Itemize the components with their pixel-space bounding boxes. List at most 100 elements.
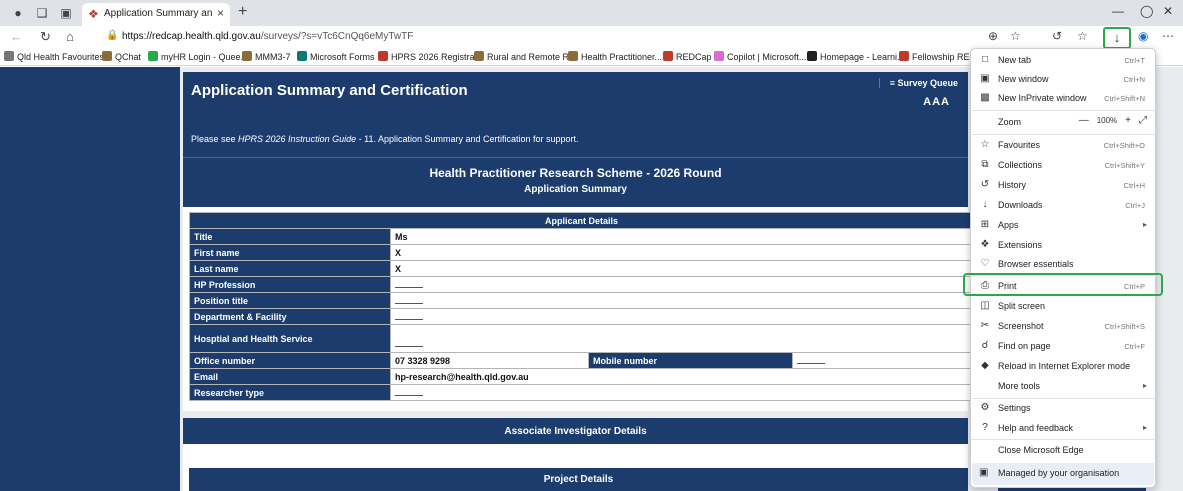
back-arrow-icon[interactable]: ← [10, 29, 23, 44]
bookmark-forms[interactable]: Microsoft Forms [297, 51, 375, 62]
restore-icon[interactable]: ◯ [1140, 4, 1153, 18]
close-window-icon[interactable]: ✕ [1163, 4, 1173, 18]
lock-icon[interactable]: 🔒 [106, 30, 118, 41]
forms-icon [297, 51, 307, 61]
table-row: Researcher type [189, 384, 974, 401]
menu-item-help[interactable]: ? Help and feedback ▸ [971, 419, 1155, 438]
menu-label: Managed by your organisation [998, 468, 1120, 478]
researcher-type-value [390, 384, 974, 401]
tab-bar: ● ❑ ▣ ❖ Application Summary and Certific… [0, 0, 1183, 26]
home-icon[interactable]: ⌂ [66, 29, 74, 44]
table-row: Email hp-research@health.qld.gov.au [189, 368, 974, 385]
bookmark-label: REDCap [676, 52, 712, 62]
bookmark-redcap[interactable]: REDCap [663, 51, 712, 62]
office-value: 07 3328 9298 [390, 352, 589, 369]
bookmark-label: myHR Login - Quee... [161, 52, 249, 62]
bookmark-hprs[interactable]: HPRS 2026 Registra... [378, 51, 482, 62]
url-field[interactable]: 🔒 https://redcap.health.qld.gov.au/surve… [100, 28, 980, 46]
favourites-bar-icon[interactable]: ☆ [1077, 29, 1088, 43]
menu-shortcut: Ctrl+Shift+S [1104, 322, 1145, 331]
menu-item-apps[interactable]: ⊞ Apps ▸ [971, 216, 1155, 235]
menu-item-downloads[interactable]: ↓ Downloads Ctrl+J [971, 196, 1155, 215]
edge-icon[interactable]: ◉ [1138, 29, 1148, 43]
table-row: HP Profession [189, 276, 974, 293]
survey-queue-link[interactable]: ≡ Survey Queue [878, 78, 958, 88]
menu-item-find[interactable]: ☌ Find on page Ctrl+F [971, 337, 1155, 356]
blank-line [395, 280, 423, 288]
diamond-icon [148, 51, 158, 61]
support-suffix: - 11. Application Summary and Certificat… [356, 134, 579, 144]
menu-item-settings[interactable]: ⚙ Settings [971, 399, 1155, 418]
crest-icon [474, 51, 484, 61]
menu-item-browser-essentials[interactable]: ♡ Browser essentials [971, 255, 1155, 274]
menu-shortcut: Ctrl+J [1125, 201, 1145, 210]
menu-label: Close Microsoft Edge [998, 445, 1084, 455]
menu-item-managed[interactable]: ▣ Managed by your organisation [972, 463, 1154, 485]
refresh-copilot-icon[interactable]: ↺ [1052, 29, 1062, 43]
menu-item-split-screen[interactable]: ◫ Split screen [971, 297, 1155, 316]
tabs-icon[interactable]: ▣ [58, 5, 74, 21]
blank-line [395, 388, 423, 396]
menu-label: New InPrivate window [998, 93, 1087, 103]
refresh-icon[interactable]: ↻ [40, 29, 51, 45]
menu-item-new-tab[interactable]: □ New tab Ctrl+T [971, 51, 1155, 70]
bookmark-mmm[interactable]: MMM3-7 [242, 51, 291, 62]
menu-item-more-tools[interactable]: More tools ▸ [971, 377, 1155, 396]
active-tab[interactable]: ❖ Application Summary and Certific × [82, 3, 230, 26]
menu-label: New window [998, 74, 1049, 84]
menu-item-inprivate[interactable]: ▩ New InPrivate window Ctrl+Shift+N [971, 89, 1155, 108]
bookmark-label: HPRS 2026 Registra... [391, 52, 483, 62]
bookmark-qld-health[interactable]: Qld Health Favourites [4, 51, 104, 62]
blank-line [395, 312, 423, 320]
menu-item-extensions[interactable]: ❖ Extensions [971, 236, 1155, 255]
zoom-controls: — 100% + ⤢ [1071, 115, 1147, 126]
page-title: Application Summary and Certification [191, 82, 468, 99]
learning-icon [807, 51, 817, 61]
tab-title: Application Summary and Certific [104, 8, 212, 19]
table-row: First name X [189, 244, 974, 261]
bookmark-copilot[interactable]: Copilot | Microsoft... [714, 51, 806, 62]
close-tab-icon[interactable]: × [217, 6, 224, 20]
position-label: Position title [189, 292, 391, 309]
last-name-label: Last name [189, 260, 391, 277]
office-label: Office number [189, 352, 391, 369]
font-size-control[interactable]: AAA [923, 96, 950, 108]
new-tab-icon[interactable]: + [238, 3, 247, 21]
menu-item-history[interactable]: ↺ History Ctrl+H [971, 176, 1155, 195]
reader-icon[interactable]: ⊕ [988, 29, 998, 43]
download-icon[interactable]: ↓ [1103, 27, 1131, 49]
table-row: Office number 07 3328 9298 Mobile number [189, 352, 974, 369]
settings-icon: ⚙ [980, 402, 990, 413]
bookmark-rural[interactable]: Rural and Remote R... [474, 51, 577, 62]
star-icon[interactable]: ☆ [1010, 29, 1021, 43]
menu-item-ie-mode[interactable]: ◆ Reload in Internet Explorer mode [971, 357, 1155, 376]
menu-item-new-window[interactable]: ▣ New window Ctrl+N [971, 70, 1155, 89]
bookmark-label: Copilot | Microsoft... [727, 52, 807, 62]
menu-item-favourites[interactable]: ☆ Favourites Ctrl+Shift+O [971, 136, 1155, 155]
find-icon: ☌ [981, 340, 989, 351]
zoom-in-icon[interactable]: + [1125, 115, 1131, 126]
bookmark-homepage[interactable]: Homepage - Learni... [807, 51, 905, 62]
project-title: Project Details [543, 474, 614, 485]
person-icon[interactable]: ● [10, 5, 26, 21]
minimize-icon[interactable]: — [1112, 4, 1124, 18]
fullscreen-icon[interactable]: ⤢ [1139, 115, 1147, 126]
support-prefix: Please see [191, 134, 239, 144]
menu-divider [971, 110, 1155, 111]
researcher-type-label: Researcher type [189, 384, 391, 401]
new-window-icon: ▣ [980, 73, 990, 84]
menu-label: History [998, 180, 1027, 190]
mobile-value [792, 352, 974, 369]
bookmark-qchat[interactable]: QChat [102, 51, 141, 62]
redcap-icon [663, 51, 673, 61]
zoom-out-icon[interactable]: — [1079, 115, 1089, 126]
menu-item-screenshot[interactable]: ✂ Screenshot Ctrl+Shift+S [971, 317, 1155, 336]
workspaces-icon[interactable]: ❑ [34, 5, 50, 21]
menu-item-collections[interactable]: ⧉ Collections Ctrl+Shift+Y [971, 156, 1155, 175]
more-icon[interactable]: ⋯ [1162, 29, 1174, 43]
bookmark-health-practitioner[interactable]: Health Practitioner... [568, 51, 662, 62]
zoom-level: 100% [1096, 116, 1118, 125]
menu-label: Apps [998, 220, 1019, 230]
menu-item-close-edge[interactable]: Close Microsoft Edge [971, 441, 1155, 460]
bookmark-myhr[interactable]: myHR Login - Quee... [148, 51, 248, 62]
